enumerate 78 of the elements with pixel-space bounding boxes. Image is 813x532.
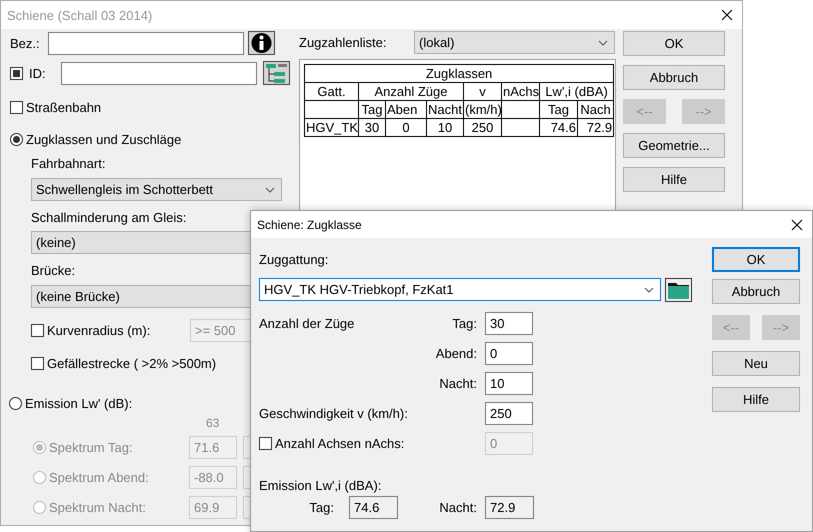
column-heading: nAchs bbox=[502, 82, 540, 100]
radio-button[interactable] bbox=[10, 132, 23, 146]
radio-label: Zugklassen und Zuschläge bbox=[26, 132, 182, 146]
radio-label: Emission Lw' (dB): bbox=[25, 396, 132, 410]
field-label: Zuggattung: bbox=[259, 252, 328, 266]
dialog-button[interactable]: OK bbox=[712, 247, 800, 272]
radio-button[interactable] bbox=[9, 396, 22, 410]
checkbox[interactable] bbox=[10, 66, 23, 80]
radio-label: Spektrum Tag: bbox=[49, 440, 133, 455]
field-label: Emission Lw',i (dBA): bbox=[259, 478, 382, 492]
column-heading: Tag bbox=[358, 100, 386, 118]
field-label: Abend: bbox=[434, 346, 478, 361]
table-cell[interactable]: HGV_TK bbox=[304, 118, 358, 136]
input-field[interactable]: 0 bbox=[485, 342, 533, 365]
table-cell[interactable]: 72.9 bbox=[578, 118, 614, 136]
checkbox-label: Straßenbahn bbox=[26, 100, 102, 114]
readout-field: 72.9 bbox=[485, 496, 534, 519]
dialog-button[interactable]: Hilfe bbox=[623, 167, 725, 192]
close-icon[interactable] bbox=[721, 9, 733, 21]
field-label: Fahrbahnart: bbox=[31, 156, 106, 170]
info-icon[interactable] bbox=[248, 31, 275, 55]
input-field[interactable] bbox=[48, 32, 244, 54]
folder-icon[interactable] bbox=[665, 278, 692, 302]
radio-label: Spektrum Abend: bbox=[49, 470, 149, 485]
dialog-button[interactable]: Geometrie... bbox=[623, 133, 725, 158]
field-label: Brücke: bbox=[31, 262, 76, 278]
radio-label: Spektrum Nacht: bbox=[49, 500, 146, 515]
field-label: Bez.: bbox=[10, 36, 41, 50]
input-field[interactable]: 10 bbox=[485, 372, 533, 395]
input-field[interactable]: 30 bbox=[485, 312, 533, 335]
field-label: Tag: bbox=[308, 500, 335, 515]
chevron-icon bbox=[644, 286, 654, 292]
checkbox-label: Kurvenradius (m): bbox=[47, 323, 150, 338]
dialog-button[interactable]: Neu bbox=[712, 351, 800, 376]
column-heading: Nacht bbox=[426, 100, 464, 118]
input-field[interactable]: 250 bbox=[485, 402, 533, 425]
field-label: ID: bbox=[29, 66, 47, 80]
chevron-icon bbox=[598, 40, 608, 46]
field-label: Nacht: bbox=[438, 376, 478, 391]
close-icon[interactable] bbox=[791, 218, 803, 230]
table-cell[interactable]: 74.6 bbox=[540, 118, 578, 136]
dialog-button[interactable]: Abbruch bbox=[712, 279, 800, 304]
column-heading: 63 bbox=[206, 416, 220, 430]
dialog-button[interactable]: OK bbox=[623, 31, 725, 56]
dropdown[interactable]: Schwellengleis im Schotterbett bbox=[31, 178, 282, 201]
input-field[interactable] bbox=[61, 62, 257, 84]
field-label: Tag: bbox=[451, 316, 478, 331]
table-cell[interactable]: 0 bbox=[386, 118, 426, 136]
dialog-button[interactable]: Abbruch bbox=[623, 65, 725, 90]
field-label: Zugzahlenliste: bbox=[299, 35, 388, 50]
checkbox-label: Gefällestrecke ( >2% >500m) bbox=[47, 356, 216, 370]
column-heading: Tag bbox=[540, 100, 578, 118]
table-cell[interactable]: 10 bbox=[426, 118, 464, 136]
column-heading: Aben bbox=[386, 100, 426, 118]
window-title: Schiene (Schall 03 2014) bbox=[7, 8, 152, 22]
field-label: Schallminderung am Gleis: bbox=[31, 210, 186, 224]
window-title: Schiene: Zugklasse bbox=[257, 218, 362, 232]
readout-field: 74.6 bbox=[349, 496, 398, 519]
checkbox-label: Anzahl Achsen nAchs: bbox=[275, 436, 404, 451]
checkbox[interactable] bbox=[10, 100, 23, 114]
column-heading: Nach bbox=[578, 100, 614, 118]
column-heading: v bbox=[464, 82, 502, 100]
checkbox[interactable] bbox=[31, 356, 44, 370]
column-heading: Anzahl Züge bbox=[358, 82, 464, 100]
table-cell[interactable]: 30 bbox=[358, 118, 386, 136]
tree-icon[interactable] bbox=[263, 61, 290, 85]
field-label: Nacht: bbox=[438, 500, 478, 515]
checkbox[interactable] bbox=[259, 437, 272, 450]
column-heading: Gatt. bbox=[304, 82, 358, 100]
dropdown[interactable]: HGV_TK HGV-Triebkopf, FzKat1 bbox=[259, 278, 661, 301]
table-title: Zugklassen bbox=[304, 64, 614, 82]
dropdown[interactable]: (lokal) bbox=[414, 31, 615, 54]
checkbox[interactable] bbox=[31, 324, 44, 337]
dialog-button[interactable]: Hilfe bbox=[712, 387, 800, 412]
chevron-icon bbox=[265, 186, 275, 192]
column-heading: Lw',i (dBA) bbox=[540, 82, 614, 100]
field-label: Geschwindigkeit v (km/h): bbox=[259, 406, 409, 421]
table-cell[interactable]: 250 bbox=[464, 118, 502, 136]
